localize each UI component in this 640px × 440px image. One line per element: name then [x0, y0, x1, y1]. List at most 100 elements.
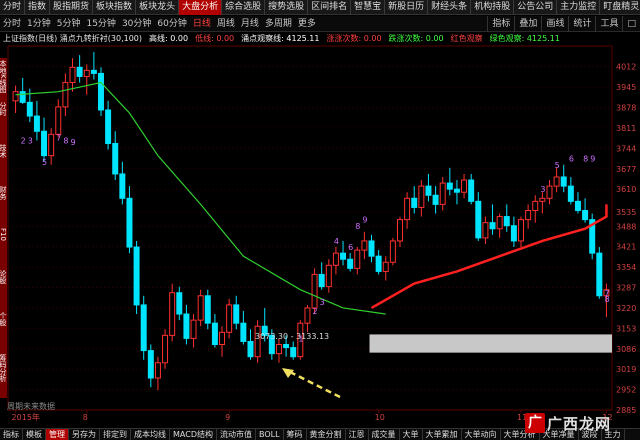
top-tab[interactable]: 指数 [25, 0, 51, 15]
period-button[interactable]: 15分钟 [83, 16, 118, 32]
candle-body [347, 258, 354, 269]
top-tab[interactable]: 股指期货 [50, 0, 94, 15]
side-tab[interactable]: 技术 [0, 144, 7, 158]
candle-body [596, 252, 603, 297]
mid-line-label: 涌点观察线: 4125.11 [241, 34, 320, 43]
side-tab[interactable]: 财务 [0, 186, 7, 200]
period-button[interactable]: 1分钟 [24, 16, 54, 32]
candle-body [254, 325, 261, 358]
top-tab[interactable]: 大盘分析 [179, 0, 223, 15]
period-button[interactable]: 多周期 [262, 16, 295, 32]
tool-button[interactable]: 叠加 [514, 16, 541, 32]
side-tab[interactable]: 论股 [0, 270, 7, 284]
candle-body [482, 222, 489, 239]
period-button[interactable]: 60分钟 [154, 16, 189, 32]
top-tab[interactable]: 财经头条 [428, 0, 472, 15]
period-button[interactable]: 30分钟 [119, 16, 154, 32]
candle-body [553, 176, 560, 187]
side-tab[interactable]: F10 [0, 228, 7, 241]
nine-turn-count: 7 [56, 133, 61, 142]
side-tab[interactable]: 分时 [0, 102, 7, 116]
tool-button[interactable]: 指标 [487, 16, 514, 32]
support-band-label: 3073.30 - 3133.13 [255, 332, 330, 341]
candle-body [119, 173, 126, 199]
period-button[interactable]: 分时 [0, 16, 24, 32]
up-count-label: 涨涨次数: 0.00 [326, 34, 382, 43]
period-button[interactable]: 5分钟 [54, 16, 84, 32]
tool-button[interactable]: □ [622, 16, 640, 32]
candle-body [539, 197, 546, 202]
period-button[interactable]: 日线 [190, 16, 214, 32]
top-tab[interactable]: 新股日历 [385, 0, 429, 15]
indicator-tab[interactable]: 大单累加 [423, 429, 462, 440]
top-tab[interactable]: 区间排名 [308, 0, 352, 15]
candle-body [574, 200, 581, 211]
indicator-tab[interactable]: 成交量 [369, 429, 400, 440]
top-tab[interactable]: 智慧宝 [351, 0, 386, 15]
candle-body [126, 197, 133, 248]
indicator-tab[interactable]: 管理 [46, 429, 69, 440]
indicator-tab[interactable]: 排定到 [100, 429, 131, 440]
tool-button[interactable]: 画线 [541, 16, 568, 32]
candle-body [382, 261, 389, 272]
top-tab[interactable]: 盯盘精灵 [600, 0, 640, 15]
side-tab[interactable]: 本地K线图 [0, 60, 7, 93]
y-tick-label: 3220 [616, 304, 636, 313]
indicator-tab[interactable]: BOLL [256, 429, 284, 440]
indicator-tab[interactable]: 指标 [0, 429, 23, 440]
candle-body [503, 216, 510, 227]
indicator-tab[interactable]: 流动市值 [217, 429, 256, 440]
top-tab[interactable]: 主力监控 [557, 0, 601, 15]
period-button[interactable]: 更多 [295, 16, 319, 32]
side-tab[interactable]: 个股 [0, 312, 7, 326]
candle-body [489, 222, 496, 230]
candle-body [226, 304, 233, 333]
arrow-shaft [289, 370, 341, 399]
indicator-tab[interactable]: 模板 [23, 429, 46, 440]
sell-signal-label: 绿色观察: 4125.11 [489, 34, 560, 43]
x-tick-label: 9 [225, 413, 230, 422]
tool-button[interactable]: 统计 [568, 16, 595, 32]
indicator-tab[interactable]: 筹码 [284, 429, 307, 440]
watermark-seal: 广 [525, 413, 545, 433]
candle-body [439, 182, 446, 205]
down-count-label: 跌涨次数: 0.00 [388, 34, 444, 43]
candle-body [525, 209, 532, 221]
top-tab[interactable]: 分时 [0, 0, 26, 15]
kline-chart[interactable]: 4012394538783811374436773610353534883421… [0, 0, 640, 440]
indicator-tab[interactable]: MACD结构 [170, 429, 217, 440]
candle-body [176, 292, 183, 315]
candle-body [425, 185, 432, 196]
indicator-tab[interactable]: 另存为 [69, 429, 100, 440]
top-tab[interactable]: 板块龙头 [136, 0, 180, 15]
candle-body [332, 252, 339, 266]
y-tick-label: 3878 [616, 104, 636, 113]
period-button[interactable]: 周线 [214, 16, 238, 32]
candle-body [83, 69, 90, 77]
top-tab[interactable]: 板块指数 [93, 0, 137, 15]
top-tab[interactable]: 搜势选股 [265, 0, 309, 15]
candle-body [368, 240, 375, 257]
candle-body [468, 179, 475, 202]
top-tab[interactable]: 综合选股 [222, 0, 266, 15]
indicator-tab[interactable]: 成本均线 [131, 429, 170, 440]
buy-signal-label: 红色观察 [450, 34, 483, 43]
y-tick-label: 3811 [616, 124, 636, 133]
candle-body [304, 307, 311, 324]
indicator-tab[interactable]: 黄金分割 [307, 429, 346, 440]
candle-body [26, 101, 33, 117]
candle-body [453, 188, 460, 193]
candle-body [446, 182, 453, 190]
top-tab[interactable]: 公告公司 [514, 0, 558, 15]
top-tab[interactable]: 机构持股 [471, 0, 515, 15]
candle-body [582, 209, 589, 221]
indicator-tab[interactable]: 大单动向 [462, 429, 501, 440]
side-tab[interactable]: 筹码分析 [0, 354, 7, 382]
indicator-tab[interactable]: 大单 [400, 429, 423, 440]
period-button[interactable]: 月线 [238, 16, 262, 32]
tool-button[interactable]: 工具 [595, 16, 622, 32]
nine-turn-count: 8 [583, 155, 588, 164]
y-tick-label: 2952 [616, 386, 636, 395]
indicator-tab[interactable]: 江恩 [346, 429, 369, 440]
